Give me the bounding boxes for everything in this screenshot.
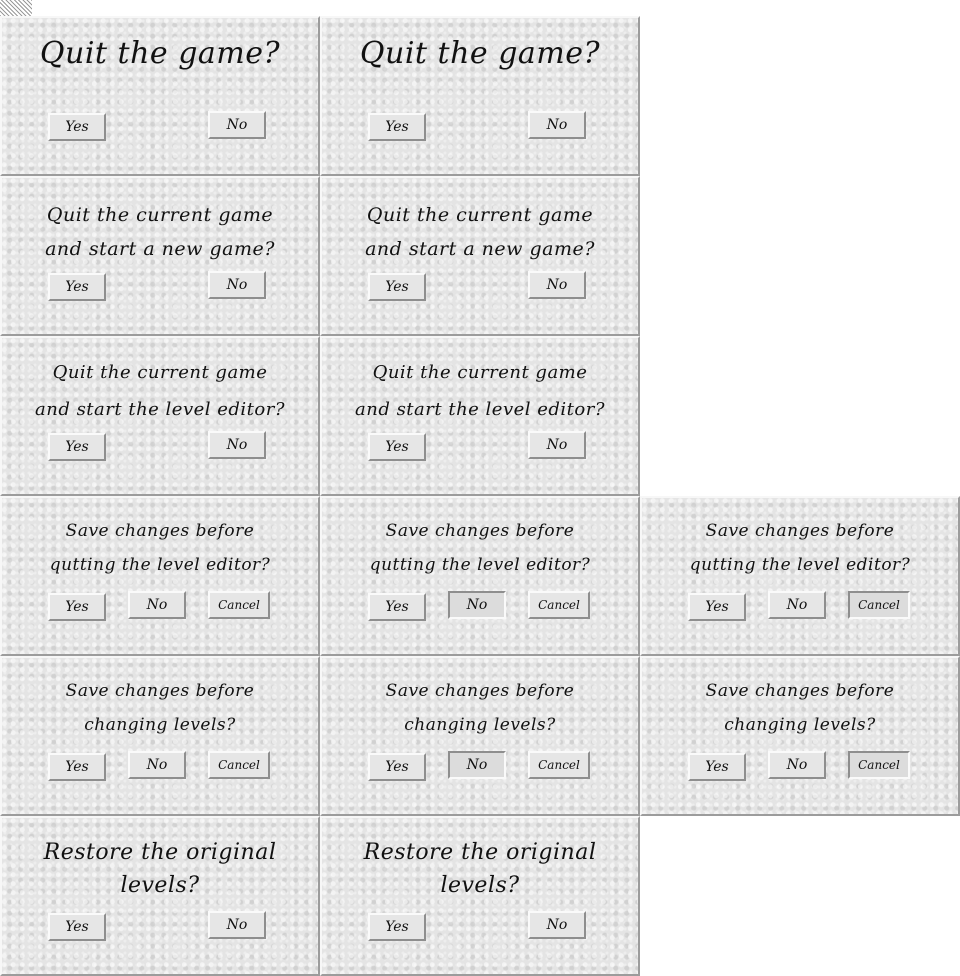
prompt-line-2: qutting the level editor? [689,555,911,575]
prompt-line-1: Save changes before [385,681,575,701]
prompt-line-1: Quit the current game [366,204,594,226]
prompt-line-2: and start a new game? [45,238,275,260]
quit-new-game-dialog-normal: Quit the current game and start a new ga… [0,176,320,336]
no-button[interactable]: No [208,111,266,139]
cancel-button[interactable]: Cancel [528,751,590,779]
yes-button[interactable]: Yes [688,753,746,781]
no-button[interactable]: No [528,111,586,139]
prompt-line-2: and start a new game? [365,238,595,260]
no-button[interactable]: No [768,751,826,779]
quit-game-dialog-alt: Quit the game? Yes No [320,16,640,176]
yes-button[interactable]: Yes [368,593,426,621]
prompt-line-1: Save changes before [65,521,255,541]
yes-button[interactable]: Yes [48,433,106,461]
restore-levels-dialog-alt: Restore the original levels? Yes No [320,816,640,976]
no-button[interactable]: No [208,431,266,459]
yes-button[interactable]: Yes [368,113,426,141]
dialog-prompt: Quit the game? [359,36,601,71]
quit-level-editor-dialog-normal: Quit the current game and start the leve… [0,336,320,496]
no-button[interactable]: No [528,911,586,939]
prompt-line-2: changing levels? [724,715,876,735]
row-restore-levels: Restore the original levels? Yes No Rest… [0,816,960,976]
yes-button[interactable]: Yes [48,593,106,621]
quit-new-game-dialog-alt: Quit the current game and start a new ga… [320,176,640,336]
cancel-button[interactable]: Cancel [208,751,270,779]
row-save-change-levels: Save changes before changing levels? Yes… [0,656,960,816]
yes-button[interactable]: Yes [48,113,106,141]
quit-game-dialog-normal: Quit the game? Yes No [0,16,320,176]
dialog-prompt: Save changes before changing levels? [642,674,958,742]
prompt-line-2: levels? [440,873,520,898]
dialog-prompt: Quit the current game and start a new ga… [2,198,318,266]
dialog-prompt: Save changes before qutting the level ed… [2,514,318,582]
prompt-line-1: Quit the current game [52,362,268,383]
cancel-button[interactable]: Cancel [528,591,590,619]
save-quit-editor-dialog-no: Save changes before qutting the level ed… [320,496,640,656]
prompt-line-2: and start the level editor? [355,399,605,420]
prompt-line-1: Save changes before [385,521,575,541]
row-quit-level-editor: Quit the current game and start the leve… [0,336,960,496]
prompt-line-1: Quit the current game [46,204,274,226]
prompt-line-1: Restore the original [363,840,597,865]
dialog-prompt: Save changes before changing levels? [322,674,638,742]
prompt-line-2: changing levels? [84,715,236,735]
no-button[interactable]: No [768,591,826,619]
yes-button[interactable]: Yes [688,593,746,621]
yes-button[interactable]: Yes [48,913,106,941]
quit-level-editor-dialog-alt: Quit the current game and start the leve… [320,336,640,496]
prompt-line-1: Save changes before [705,681,895,701]
row-quit-new-game: Quit the current game and start a new ga… [0,176,960,336]
dialog-prompt: Restore the original levels? [2,836,318,902]
yes-button[interactable]: Yes [368,433,426,461]
dialog-prompt: Quit the current game and start a new ga… [322,198,638,266]
prompt-line-1: Save changes before [705,521,895,541]
cancel-button[interactable]: Cancel [848,591,910,619]
row-save-quit-editor: Save changes before qutting the level ed… [0,496,960,656]
dialog-sprite-sheet: Quit the game? Yes No Quit the game? Yes… [0,16,960,976]
no-button[interactable]: No [528,271,586,299]
yes-button[interactable]: Yes [368,273,426,301]
yes-button[interactable]: Yes [368,753,426,781]
restore-levels-dialog-normal: Restore the original levels? Yes No [0,816,320,976]
save-change-levels-dialog-no: Save changes before changing levels? Yes… [320,656,640,816]
no-button[interactable]: No [448,591,506,619]
dialog-prompt: Quit the current game and start the leve… [2,354,318,428]
yes-button[interactable]: Yes [48,753,106,781]
cancel-button[interactable]: Cancel [208,591,270,619]
no-button[interactable]: No [128,751,186,779]
no-button[interactable]: No [448,751,506,779]
save-change-levels-dialog-yes: Save changes before changing levels? Yes… [0,656,320,816]
prompt-line-2: changing levels? [404,715,556,735]
no-button[interactable]: No [208,911,266,939]
dialog-prompt: Save changes before qutting the level ed… [642,514,958,582]
yes-button[interactable]: Yes [368,913,426,941]
prompt-line-1: Quit the current game [372,362,588,383]
save-quit-editor-dialog-yes: Save changes before qutting the level ed… [0,496,320,656]
corner-pattern [0,0,32,16]
no-button[interactable]: No [128,591,186,619]
dialog-prompt: Quit the current game and start the leve… [322,354,638,428]
prompt-line-2: qutting the level editor? [369,555,591,575]
save-quit-editor-dialog-cancel: Save changes before qutting the level ed… [640,496,960,656]
yes-button[interactable]: Yes [48,273,106,301]
dialog-prompt: Restore the original levels? [322,836,638,902]
cancel-button[interactable]: Cancel [848,751,910,779]
prompt-line-2: qutting the level editor? [49,555,271,575]
save-change-levels-dialog-cancel: Save changes before changing levels? Yes… [640,656,960,816]
prompt-line-2: and start the level editor? [35,399,285,420]
no-button[interactable]: No [528,431,586,459]
dialog-prompt: Quit the game? [39,36,281,71]
prompt-line-1: Save changes before [65,681,255,701]
prompt-line-2: levels? [120,873,200,898]
dialog-prompt: Save changes before changing levels? [2,674,318,742]
row-quit-game: Quit the game? Yes No Quit the game? Yes… [0,16,960,176]
no-button[interactable]: No [208,271,266,299]
dialog-prompt: Save changes before qutting the level ed… [322,514,638,582]
prompt-line-1: Restore the original [43,840,277,865]
